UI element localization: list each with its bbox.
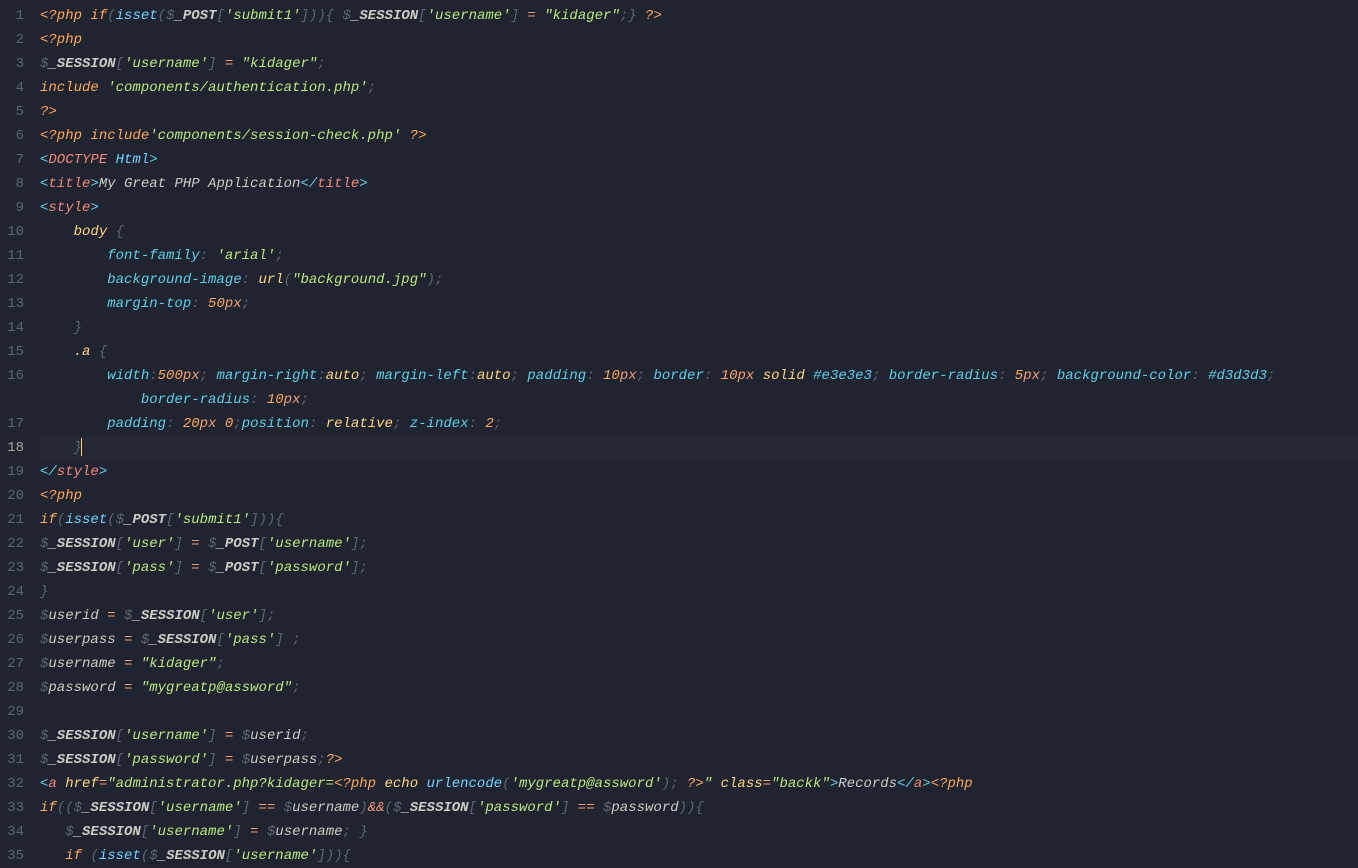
line-number: 22 <box>0 532 24 556</box>
line-number: 33 <box>0 796 24 820</box>
line-number: 11 <box>0 244 24 268</box>
code-line[interactable]: .a { <box>40 340 1358 364</box>
code-line[interactable]: $_SESSION['pass'] = $_POST['password']; <box>40 556 1358 580</box>
line-number-gutter: 1234567891011121314151617181920212223242… <box>0 0 32 863</box>
line-number: 9 <box>0 196 24 220</box>
code-line[interactable]: padding: 20px 0;position: relative; z-in… <box>40 412 1358 436</box>
code-line[interactable]: } <box>40 316 1358 340</box>
code-line[interactable]: $_SESSION['username'] = $username; } <box>40 820 1358 844</box>
code-line[interactable]: background-image: url("background.jpg"); <box>40 268 1358 292</box>
line-number: 35 <box>0 844 24 868</box>
code-line[interactable]: $_SESSION['username'] = $userid; <box>40 724 1358 748</box>
line-number: 8 <box>0 172 24 196</box>
line-number: 28 <box>0 676 24 700</box>
line-number: 25 <box>0 604 24 628</box>
code-line[interactable]: $userid = $_SESSION['user']; <box>40 604 1358 628</box>
code-line[interactable]: body { <box>40 220 1358 244</box>
line-number: 20 <box>0 484 24 508</box>
line-number: 14 <box>0 316 24 340</box>
code-line[interactable]: $userpass = $_SESSION['pass'] ; <box>40 628 1358 652</box>
code-line[interactable]: </style> <box>40 460 1358 484</box>
code-line[interactable]: <a href="administrator.php?kidager=<?php… <box>40 772 1358 796</box>
code-line[interactable]: <?php if(isset($_POST['submit1'])){ $_SE… <box>40 4 1358 28</box>
code-line[interactable]: <DOCTYPE Html> <box>40 148 1358 172</box>
code-line[interactable]: if(isset($_POST['submit1'])){ <box>40 508 1358 532</box>
code-line[interactable]: $_SESSION['username'] = "kidager"; <box>40 52 1358 76</box>
code-line[interactable]: <style> <box>40 196 1358 220</box>
code-line[interactable]: border-radius: 10px; <box>40 388 1358 412</box>
line-number: 21 <box>0 508 24 532</box>
code-editor[interactable]: 1234567891011121314151617181920212223242… <box>0 0 1358 863</box>
code-line[interactable]: width:500px; margin-right:auto; margin-l… <box>40 364 1358 388</box>
line-number: 16 <box>0 364 24 388</box>
line-number: 23 <box>0 556 24 580</box>
line-number: 4 <box>0 76 24 100</box>
code-line[interactable]: <?php include'components/session-check.p… <box>40 124 1358 148</box>
line-number: 7 <box>0 148 24 172</box>
line-number: 32 <box>0 772 24 796</box>
code-line[interactable]: } <box>40 580 1358 604</box>
cursor <box>81 438 82 456</box>
line-number: 3 <box>0 52 24 76</box>
line-number: 6 <box>0 124 24 148</box>
line-number: 29 <box>0 700 24 724</box>
line-number: 18 <box>0 436 24 460</box>
code-line[interactable]: $username = "kidager"; <box>40 652 1358 676</box>
line-number: 17 <box>0 412 24 436</box>
code-line[interactable]: <?php <box>40 28 1358 52</box>
code-line[interactable]: ?> <box>40 100 1358 124</box>
line-number: 27 <box>0 652 24 676</box>
code-line[interactable]: $_SESSION['password'] = $userpass;?> <box>40 748 1358 772</box>
code-line[interactable]: if(($_SESSION['username'] == $username)&… <box>40 796 1358 820</box>
line-number: 31 <box>0 748 24 772</box>
line-number: 12 <box>0 268 24 292</box>
line-number: 15 <box>0 340 24 364</box>
code-line[interactable] <box>40 700 1358 724</box>
line-number: 24 <box>0 580 24 604</box>
code-line[interactable]: $_SESSION['user'] = $_POST['username']; <box>40 532 1358 556</box>
code-line[interactable]: if (isset($_SESSION['username'])){ <box>40 844 1358 868</box>
code-area[interactable]: <?php if(isset($_POST['submit1'])){ $_SE… <box>32 0 1358 863</box>
line-number: 19 <box>0 460 24 484</box>
code-line[interactable]: include 'components/authentication.php'; <box>40 76 1358 100</box>
line-number: 26 <box>0 628 24 652</box>
line-number: 30 <box>0 724 24 748</box>
code-line[interactable]: font-family: 'arial'; <box>40 244 1358 268</box>
line-number: 1 <box>0 4 24 28</box>
line-number: 10 <box>0 220 24 244</box>
code-line[interactable]: <title>My Great PHP Application</title> <box>40 172 1358 196</box>
line-number <box>0 388 24 412</box>
code-line[interactable]: <?php <box>40 484 1358 508</box>
line-number: 5 <box>0 100 24 124</box>
code-line[interactable]: margin-top: 50px; <box>40 292 1358 316</box>
line-number: 2 <box>0 28 24 52</box>
line-number: 13 <box>0 292 24 316</box>
code-line[interactable]: } <box>40 436 1358 460</box>
line-number: 34 <box>0 820 24 844</box>
code-line[interactable]: $password = "mygreatp@assword"; <box>40 676 1358 700</box>
